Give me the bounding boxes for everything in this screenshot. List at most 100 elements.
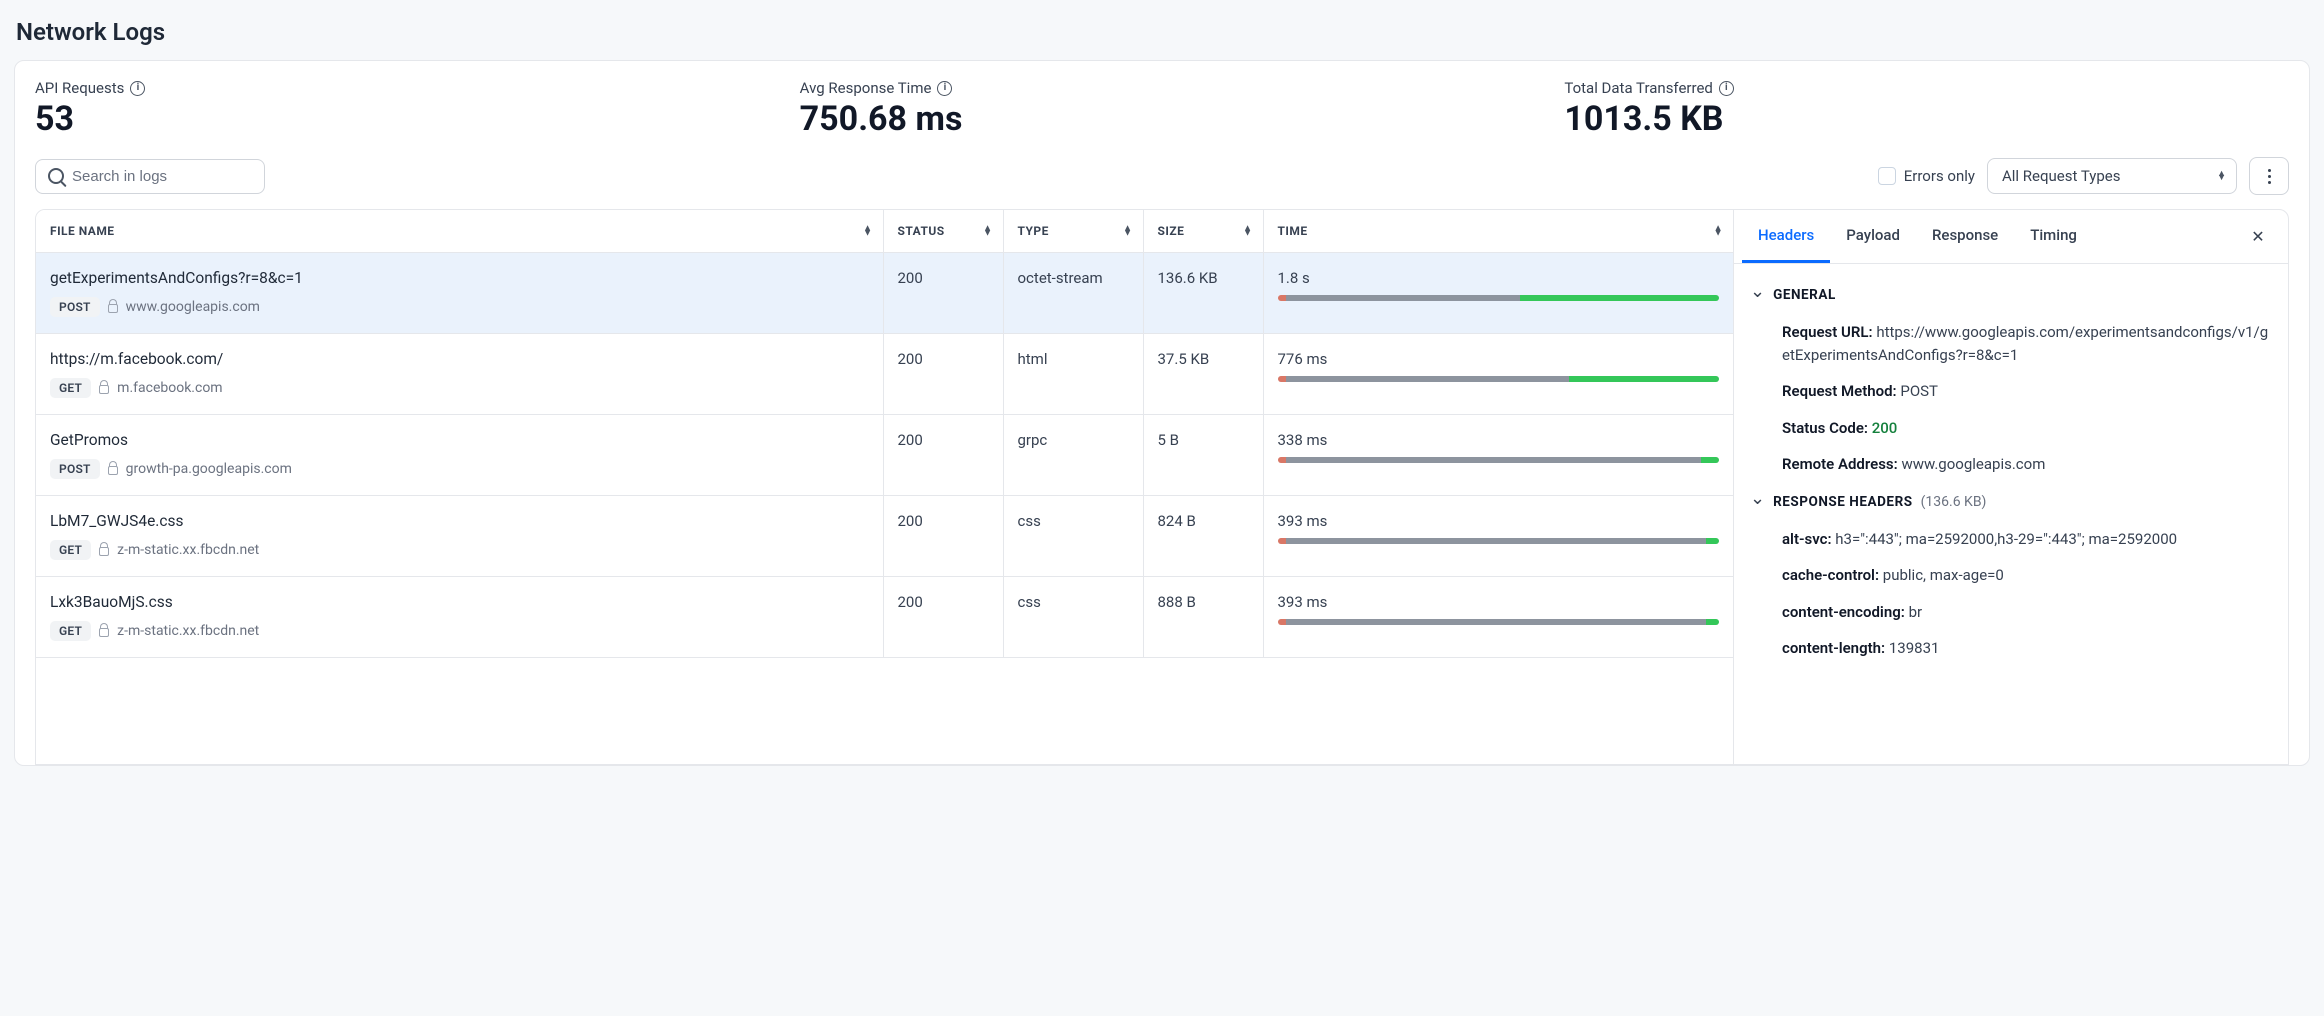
metric-value: 53 xyxy=(35,99,760,139)
time-bar xyxy=(1278,457,1720,463)
size-cell: 37.5 KB xyxy=(1143,334,1263,415)
time-value: 338 ms xyxy=(1278,431,1720,449)
chevron-down-icon xyxy=(1750,493,1765,511)
size-cell: 824 B xyxy=(1143,496,1263,577)
chevron-down-icon xyxy=(1750,286,1765,304)
table-row[interactable]: getExperimentsAndConfigs?r=8&c=1 POST www.… xyxy=(36,253,1733,334)
time-bar xyxy=(1278,376,1720,382)
toolbar: Errors only All Request Types xyxy=(35,157,2289,195)
metric-label: API Requests xyxy=(35,79,124,97)
kv-request-method: Request Method: POST xyxy=(1750,373,2272,410)
type-cell: octet-stream xyxy=(1003,253,1143,334)
col-time[interactable]: TIME xyxy=(1263,210,1733,253)
network-logs-card: API Requests 53 Avg Response Time 750.68… xyxy=(14,60,2310,766)
file-name: getExperimentsAndConfigs?r=8&c=1 xyxy=(50,269,869,287)
tab-timing[interactable]: Timing xyxy=(2014,210,2093,263)
more-menu-button[interactable] xyxy=(2249,157,2289,195)
file-name: LbM7_GWJS4e.css xyxy=(50,512,869,530)
time-value: 393 ms xyxy=(1278,593,1720,611)
errors-only-toggle[interactable]: Errors only xyxy=(1878,167,1975,185)
table-area: FILE NAME STATUS TYPE SIZE xyxy=(35,209,2289,765)
table-row[interactable]: LbM7_GWJS4e.css GET z-m-static.xx.fbcdn.ne… xyxy=(36,496,1733,577)
time-cell: 338 ms xyxy=(1263,415,1733,496)
tab-headers[interactable]: Headers xyxy=(1742,210,1830,263)
time-bar xyxy=(1278,295,1720,301)
lock-icon xyxy=(99,385,109,394)
kv-content-length: content-length: 139831 xyxy=(1750,630,2272,667)
close-icon[interactable] xyxy=(2242,221,2274,253)
table-row[interactable]: Lxk3BauoMjS.cssGETz-m-static.xx.fbcdn.ne… xyxy=(36,577,1733,658)
metric-label: Total Data Transferred xyxy=(1564,79,1713,97)
kv-status-code: Status Code: 200 xyxy=(1750,410,2272,447)
time-value: 776 ms xyxy=(1278,350,1720,368)
request-types-label: All Request Types xyxy=(2002,167,2120,185)
section-general-toggle[interactable]: GENERAL xyxy=(1750,286,2272,304)
table-row[interactable]: https://m.facebook.com/GETm.facebook.com… xyxy=(36,334,1733,415)
search-box[interactable] xyxy=(35,159,265,194)
kv-alt-svc: alt-svc: h3=":443"; ma=2592000,h3-29=":4… xyxy=(1750,521,2272,558)
method-badge: GET xyxy=(50,540,91,560)
sort-icon xyxy=(1243,227,1252,236)
col-file-name[interactable]: FILE NAME xyxy=(36,210,883,253)
tab-response[interactable]: Response xyxy=(1916,210,2014,263)
lock-icon xyxy=(108,304,118,313)
detail-tabs: Headers Payload Response Timing xyxy=(1734,210,2288,264)
metrics-row: API Requests 53 Avg Response Time 750.68… xyxy=(35,79,2289,139)
type-cell: html xyxy=(1003,334,1143,415)
tab-payload[interactable]: Payload xyxy=(1830,210,1916,263)
time-bar xyxy=(1278,538,1720,544)
status-cell: 200 xyxy=(883,253,1003,334)
size-cell: 5 B xyxy=(1143,415,1263,496)
host: www.googleapis.com xyxy=(126,299,260,315)
sort-icon xyxy=(1714,227,1723,236)
detail-body: GENERAL Request URL: https://www.googlea… xyxy=(1734,264,2288,679)
file-name: Lxk3BauoMjS.css xyxy=(50,593,869,611)
time-cell: 393 ms xyxy=(1263,496,1733,577)
chevrons-icon xyxy=(2217,172,2226,181)
time-cell: 393 ms xyxy=(1263,577,1733,658)
lock-icon xyxy=(99,628,109,637)
col-size[interactable]: SIZE xyxy=(1143,210,1263,253)
metric-label: Avg Response Time xyxy=(800,79,932,97)
request-types-select[interactable]: All Request Types xyxy=(1987,158,2237,194)
sort-icon xyxy=(863,227,872,236)
section-response-headers-toggle[interactable]: RESPONSE HEADERS (136.6 KB) xyxy=(1750,493,2272,511)
time-value: 1.8 s xyxy=(1278,269,1720,287)
table-row[interactable]: GetPromosPOSTgrowth-pa.googleapis.com200… xyxy=(36,415,1733,496)
lock-icon xyxy=(108,466,118,475)
status-cell: 200 xyxy=(883,496,1003,577)
details-panel: Headers Payload Response Timing GENERAL … xyxy=(1733,210,2288,764)
errors-only-label: Errors only xyxy=(1904,167,1975,185)
lock-icon xyxy=(99,547,109,556)
search-input[interactable] xyxy=(72,168,252,185)
status-cell: 200 xyxy=(883,415,1003,496)
time-cell: 776 ms xyxy=(1263,334,1733,415)
info-icon[interactable] xyxy=(937,81,952,96)
sort-icon xyxy=(983,227,992,236)
info-icon[interactable] xyxy=(130,81,145,96)
metric-value: 750.68 ms xyxy=(800,99,1525,139)
search-icon xyxy=(48,168,64,184)
size-cell: 888 B xyxy=(1143,577,1263,658)
metric-total-data: Total Data Transferred 1013.5 KB xyxy=(1564,79,2289,139)
info-icon[interactable] xyxy=(1719,81,1734,96)
log-table: FILE NAME STATUS TYPE SIZE xyxy=(36,210,1733,764)
method-badge: POST xyxy=(50,297,100,317)
time-bar xyxy=(1278,619,1720,625)
col-status[interactable]: STATUS xyxy=(883,210,1003,253)
host: z-m-static.xx.fbcdn.net xyxy=(117,542,259,558)
status-cell: 200 xyxy=(883,334,1003,415)
type-cell: grpc xyxy=(1003,415,1143,496)
kv-remote-address: Remote Address: www.googleapis.com xyxy=(1750,446,2272,483)
sort-icon xyxy=(1123,227,1132,236)
method-badge: POST xyxy=(50,459,100,479)
method-badge: GET xyxy=(50,378,91,398)
host: z-m-static.xx.fbcdn.net xyxy=(117,623,259,639)
type-cell: css xyxy=(1003,577,1143,658)
col-type[interactable]: TYPE xyxy=(1003,210,1143,253)
file-name: https://m.facebook.com/ xyxy=(50,350,869,368)
section-title: RESPONSE HEADERS xyxy=(1773,494,1913,510)
size-cell: 136.6 KB xyxy=(1143,253,1263,334)
kv-cache-control: cache-control: public, max-age=0 xyxy=(1750,557,2272,594)
host: growth-pa.googleapis.com xyxy=(126,461,292,477)
